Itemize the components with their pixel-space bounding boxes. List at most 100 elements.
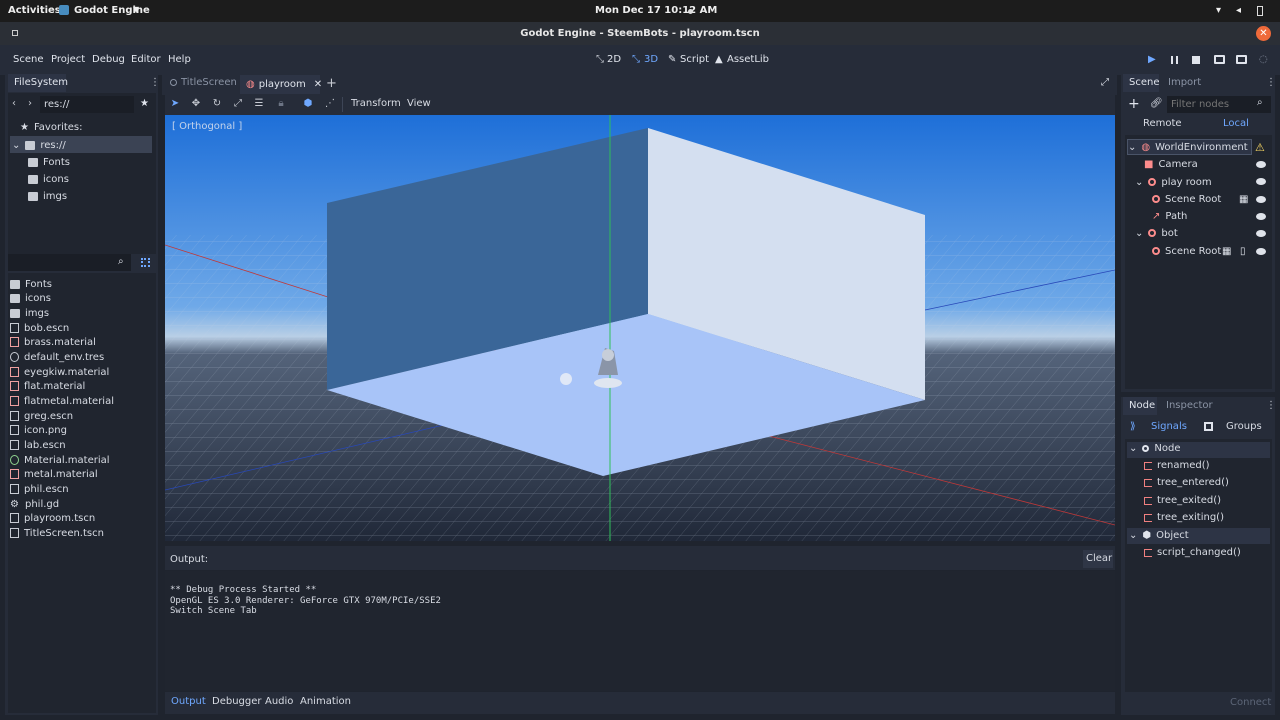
file-item[interactable]: TitleScreen.tscn xyxy=(10,526,104,540)
tab-playroom[interactable]: ◍ playroom ✕ xyxy=(240,75,322,94)
menu-help[interactable]: Help xyxy=(168,54,191,65)
select-tool-icon[interactable]: ➤ xyxy=(169,98,181,110)
file-item[interactable]: flatmetal.material xyxy=(10,394,114,408)
activities-button[interactable]: Activities xyxy=(8,5,61,16)
clapperboard-icon[interactable]: ▦ xyxy=(1239,194,1248,205)
lock-icon[interactable]: 🔒︎ xyxy=(275,98,287,110)
menu-project[interactable]: Project xyxy=(51,54,85,65)
tab-audio[interactable]: Audio xyxy=(265,696,293,707)
workspace-script-button[interactable]: Script xyxy=(680,54,709,65)
visibility-eye-icon[interactable] xyxy=(1256,161,1266,168)
node-worldenvironment[interactable]: ⌄ ◍ WorldEnvironment xyxy=(1128,139,1248,155)
node-scene-root[interactable]: Scene Root xyxy=(1152,191,1221,207)
tab-filesystem[interactable]: FileSystem xyxy=(8,74,68,92)
file-item[interactable]: phil.escn xyxy=(10,482,69,496)
file-item[interactable]: playroom.tscn xyxy=(10,511,95,525)
workspace-2d-button[interactable]: 2D xyxy=(607,54,621,65)
wifi-icon[interactable]: ▾ xyxy=(1216,5,1221,16)
forward-arrow-icon[interactable]: › xyxy=(28,98,32,109)
file-item[interactable]: imgs xyxy=(10,306,49,320)
dock-menu-icon[interactable]: ⋮ xyxy=(1266,400,1276,411)
file-item[interactable]: icons xyxy=(10,291,51,305)
path-field[interactable]: res:// xyxy=(40,96,134,113)
file-item[interactable]: brass.material xyxy=(10,335,96,349)
class-object[interactable]: ⌄ ⬢ Object xyxy=(1129,530,1189,541)
visibility-eye-icon[interactable] xyxy=(1256,230,1266,237)
signal-tree-entered[interactable]: tree_entered() xyxy=(1144,477,1229,488)
move-tool-icon[interactable]: ✥ xyxy=(190,98,202,110)
view-menu[interactable]: View xyxy=(407,98,431,109)
signal-tree-exiting[interactable]: tree_exiting() xyxy=(1144,512,1224,523)
file-item[interactable]: greg.escn xyxy=(10,409,73,423)
tab-node[interactable]: Node xyxy=(1123,397,1157,415)
tree-item-imgs[interactable]: imgs xyxy=(28,189,67,203)
signals-tab[interactable]: Signals xyxy=(1151,421,1187,432)
list-select-icon[interactable]: ☰ xyxy=(253,98,265,110)
tab-titlescreen[interactable]: TitleScreen xyxy=(170,77,237,88)
snap-icon[interactable]: ⋰ xyxy=(324,98,336,110)
menu-scene[interactable]: Scene xyxy=(13,54,44,65)
close-tab-icon[interactable]: ✕ xyxy=(314,79,322,90)
file-item[interactable]: eyegkiw.material xyxy=(10,365,109,379)
visibility-eye-icon[interactable] xyxy=(1256,248,1266,255)
menu-editor[interactable]: Editor xyxy=(131,54,161,65)
scale-tool-icon[interactable]: ⤢ xyxy=(232,98,244,110)
tab-animation[interactable]: Animation xyxy=(300,696,351,707)
battery-icon[interactable] xyxy=(1257,6,1263,16)
window-menu-icon[interactable] xyxy=(12,30,18,36)
link-icon[interactable]: 🔗︎ xyxy=(1150,98,1163,109)
tab-output[interactable]: Output xyxy=(171,696,206,707)
stop-icon[interactable] xyxy=(1192,56,1200,64)
close-window-button[interactable]: ✕ xyxy=(1256,26,1271,41)
connect-button[interactable]: Connect xyxy=(1230,697,1271,708)
local-space-icon[interactable]: ⬢ xyxy=(302,98,314,110)
visibility-eye-icon[interactable] xyxy=(1256,178,1266,185)
add-node-icon[interactable]: + xyxy=(1128,96,1140,112)
pause-icon[interactable] xyxy=(1171,56,1178,64)
favorite-star-icon[interactable]: ★ xyxy=(140,98,149,109)
remote-tab[interactable]: Remote xyxy=(1143,118,1182,129)
add-tab-icon[interactable]: + xyxy=(326,76,337,91)
clear-button[interactable]: Clear xyxy=(1083,550,1113,568)
file-item[interactable]: Material.material xyxy=(10,453,110,467)
3d-viewport[interactable]: [ Orthogonal ] xyxy=(165,115,1115,541)
visibility-eye-icon[interactable] xyxy=(1256,196,1266,203)
filter-nodes-field[interactable] xyxy=(1167,96,1253,113)
chevron-down-icon[interactable]: ▼ xyxy=(133,5,139,14)
favorites-item[interactable]: ★ Favorites: xyxy=(20,120,83,134)
volume-icon[interactable]: ◂ xyxy=(1236,5,1241,16)
back-arrow-icon[interactable]: ‹ xyxy=(12,98,16,109)
signal-script-changed[interactable]: script_changed() xyxy=(1144,547,1241,558)
warning-icon[interactable]: ⚠ xyxy=(1255,141,1265,154)
fullscreen-icon[interactable]: ⤢ xyxy=(1101,77,1109,88)
local-tab[interactable]: Local xyxy=(1223,118,1249,129)
node-play-room[interactable]: ⌄ play room xyxy=(1135,174,1212,190)
signal-tree-exited[interactable]: tree_exited() xyxy=(1144,495,1221,506)
clock[interactable]: Mon Dec 17 10:12 AM xyxy=(595,5,717,16)
play-custom-scene-icon[interactable] xyxy=(1236,55,1247,64)
node-bot[interactable]: ⌄ bot xyxy=(1135,225,1178,241)
signal-renamed[interactable]: renamed() xyxy=(1144,460,1210,471)
file-item[interactable]: default_env.tres xyxy=(10,350,104,364)
file-item[interactable]: Fonts xyxy=(10,277,52,291)
visibility-eye-icon[interactable] xyxy=(1256,213,1266,220)
file-item[interactable]: metal.material xyxy=(10,467,98,481)
groups-tab[interactable]: Groups xyxy=(1226,421,1262,432)
file-item[interactable]: icon.png xyxy=(10,423,67,437)
grid-view-icon[interactable] xyxy=(141,258,150,267)
script-icon[interactable]: ▯ xyxy=(1240,246,1246,257)
dock-menu-icon[interactable]: ⋮ xyxy=(1266,77,1276,88)
file-filter-input[interactable] xyxy=(8,254,131,271)
class-node[interactable]: ⌄ Node xyxy=(1129,443,1181,454)
filter-nodes-input[interactable] xyxy=(1167,96,1271,113)
menu-debug[interactable]: Debug xyxy=(92,54,125,65)
projection-label[interactable]: [ Orthogonal ] xyxy=(172,121,242,132)
tree-item-fonts[interactable]: Fonts xyxy=(28,155,70,169)
file-item[interactable]: lab.escn xyxy=(10,438,66,452)
clapperboard-icon[interactable]: ▦ xyxy=(1222,246,1231,257)
node-path[interactable]: ↗ Path xyxy=(1152,208,1187,224)
workspace-assetlib-button[interactable]: AssetLib xyxy=(727,54,769,65)
play-icon[interactable]: ▶ xyxy=(1148,54,1156,65)
rotate-tool-icon[interactable]: ↻ xyxy=(211,98,223,110)
workspace-3d-button[interactable]: 3D xyxy=(644,54,658,65)
